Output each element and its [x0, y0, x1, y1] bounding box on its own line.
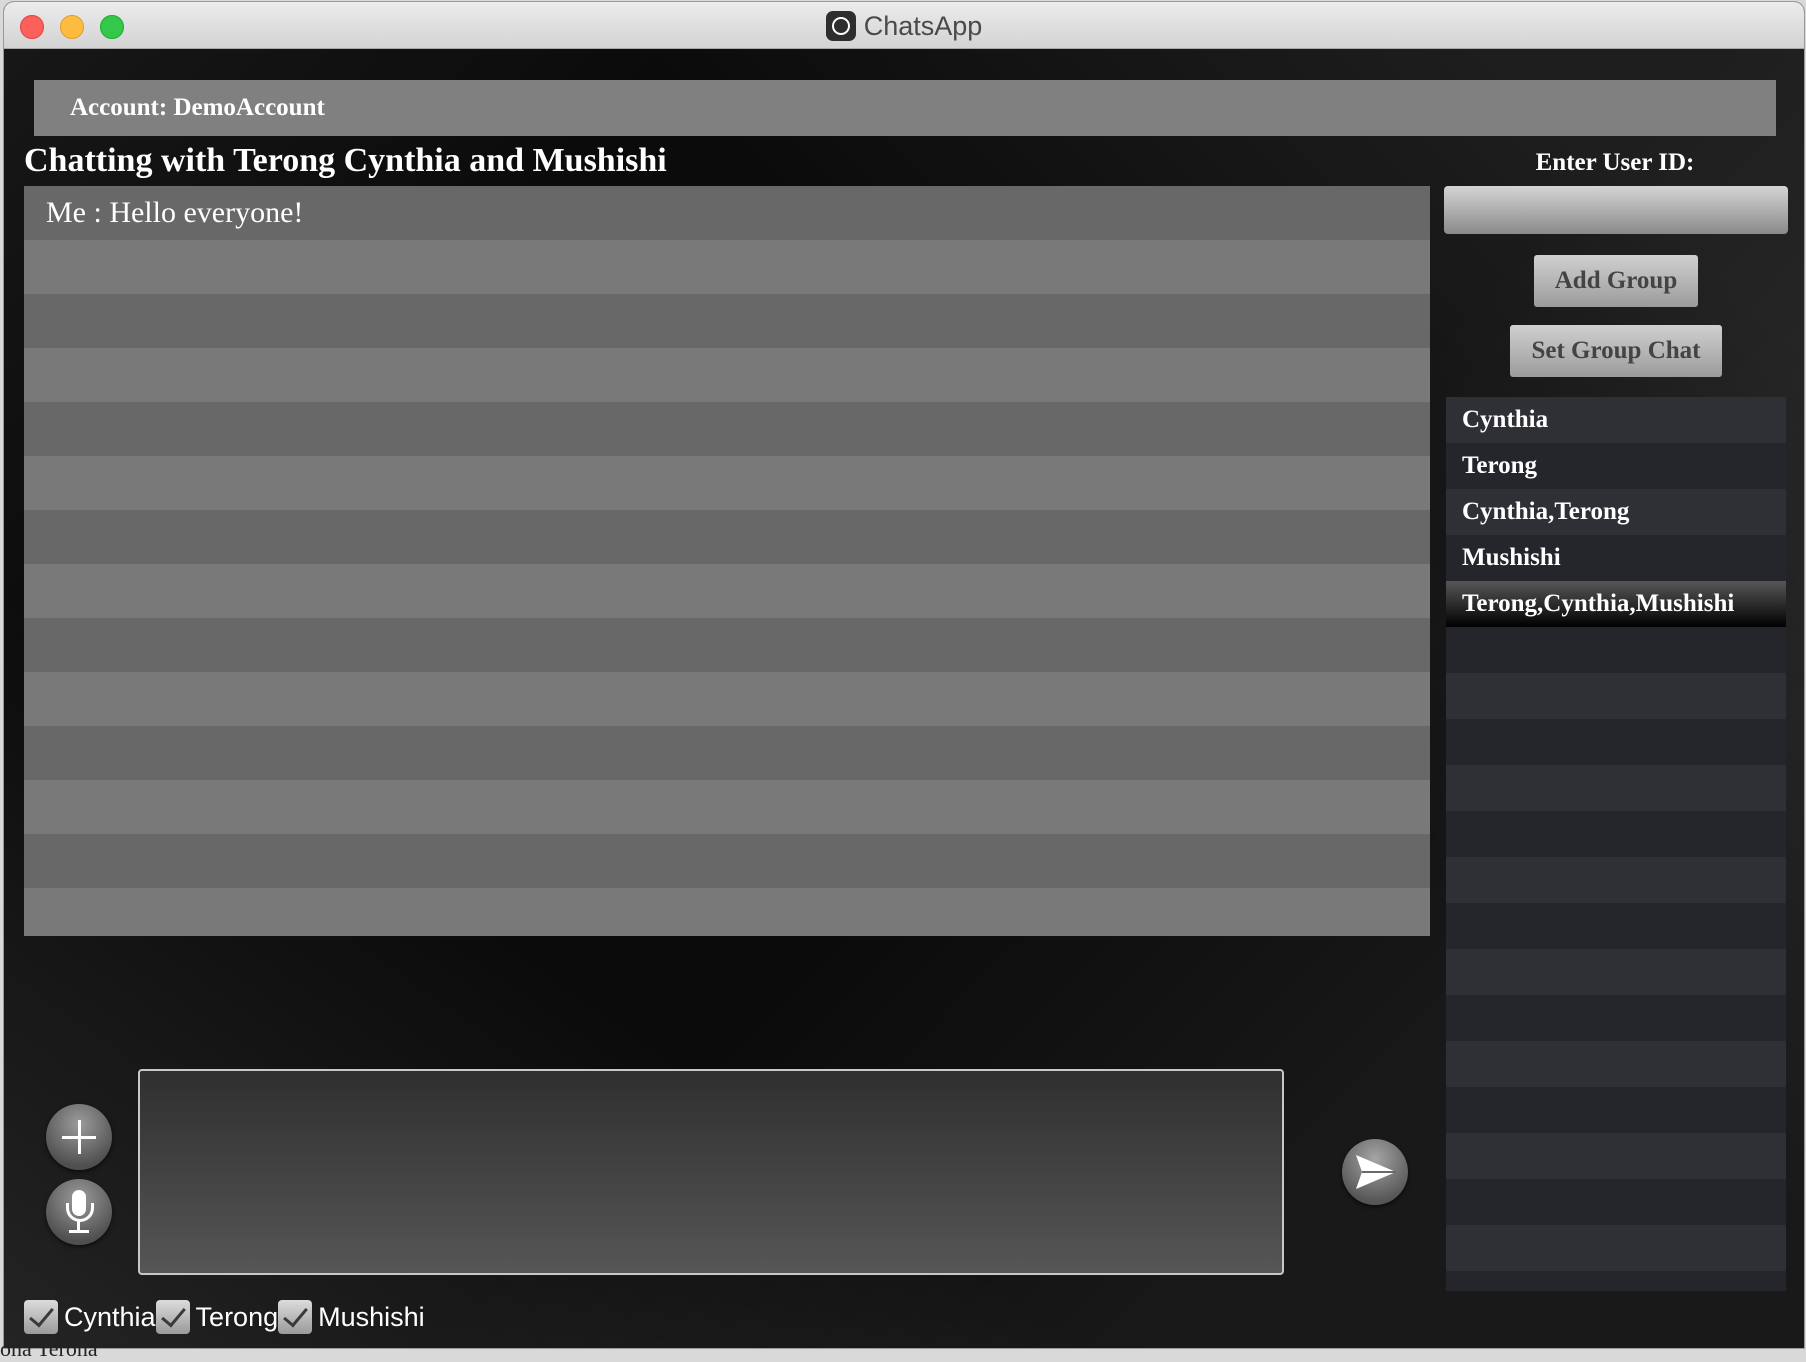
chat-bubble-icon	[825, 11, 856, 41]
user-id-input[interactable]	[1444, 186, 1788, 234]
recipient-label: Mushishi	[318, 1301, 425, 1332]
message-input[interactable]	[138, 1069, 1284, 1275]
group-item-terong[interactable]: Terong	[1446, 443, 1786, 489]
title-bar: ChatsApp	[4, 2, 1804, 49]
account-bar: Account: DemoAccount	[34, 80, 1776, 136]
background-window-text: ona Terona	[0, 1336, 98, 1361]
group-item-cynthia-terong[interactable]: Cynthia,Terong	[1446, 489, 1786, 535]
group-item-cynthia[interactable]: Cynthia	[1446, 397, 1786, 443]
send-arrow-icon	[1356, 1155, 1396, 1189]
message-item[interactable]: Me : Hello everyone!	[24, 186, 1430, 240]
recipient-checkboxes: Cynthia Terong Mushishi	[24, 1297, 425, 1337]
chat-title: Chatting with Terong Cynthia and Mushish…	[24, 142, 667, 179]
recipient-label: Cynthia	[64, 1301, 156, 1332]
recipient-checkbox[interactable]	[155, 1300, 190, 1334]
recipient-label: Terong	[195, 1301, 279, 1332]
chatsapp-window: ChatsApp Account: DemoAccount Chatting w…	[4, 2, 1804, 1348]
group-list[interactable]: Cynthia Terong Cynthia,Terong Mushishi T…	[1446, 397, 1786, 1291]
window-title: ChatsApp	[4, 11, 1804, 42]
recipient-mushishi[interactable]: Mushishi	[278, 1300, 425, 1334]
app-content: Account: DemoAccount Chatting with Teron…	[4, 49, 1804, 1348]
add-group-button[interactable]: Add Group	[1534, 255, 1698, 307]
user-id-label: Enter User ID:	[1535, 149, 1695, 176]
group-item-mushishi[interactable]: Mushishi	[1446, 535, 1786, 581]
recipient-cynthia[interactable]: Cynthia	[24, 1300, 156, 1334]
account-label: Account: DemoAccount	[70, 94, 325, 121]
send-button[interactable]	[1342, 1139, 1408, 1205]
voice-message-button[interactable]	[46, 1179, 112, 1245]
add-attachment-button[interactable]	[46, 1104, 112, 1170]
group-item-terong-cynthia-mushishi[interactable]: Terong,Cynthia,Mushishi	[1446, 581, 1786, 627]
message-list[interactable]: Me : Hello everyone!	[24, 186, 1430, 936]
recipient-checkbox[interactable]	[278, 1300, 313, 1334]
set-group-chat-button[interactable]: Set Group Chat	[1510, 325, 1722, 377]
recipient-checkbox[interactable]	[24, 1300, 58, 1334]
recipient-terong[interactable]: Terong	[155, 1300, 279, 1334]
window-title-text: ChatsApp	[863, 11, 983, 41]
